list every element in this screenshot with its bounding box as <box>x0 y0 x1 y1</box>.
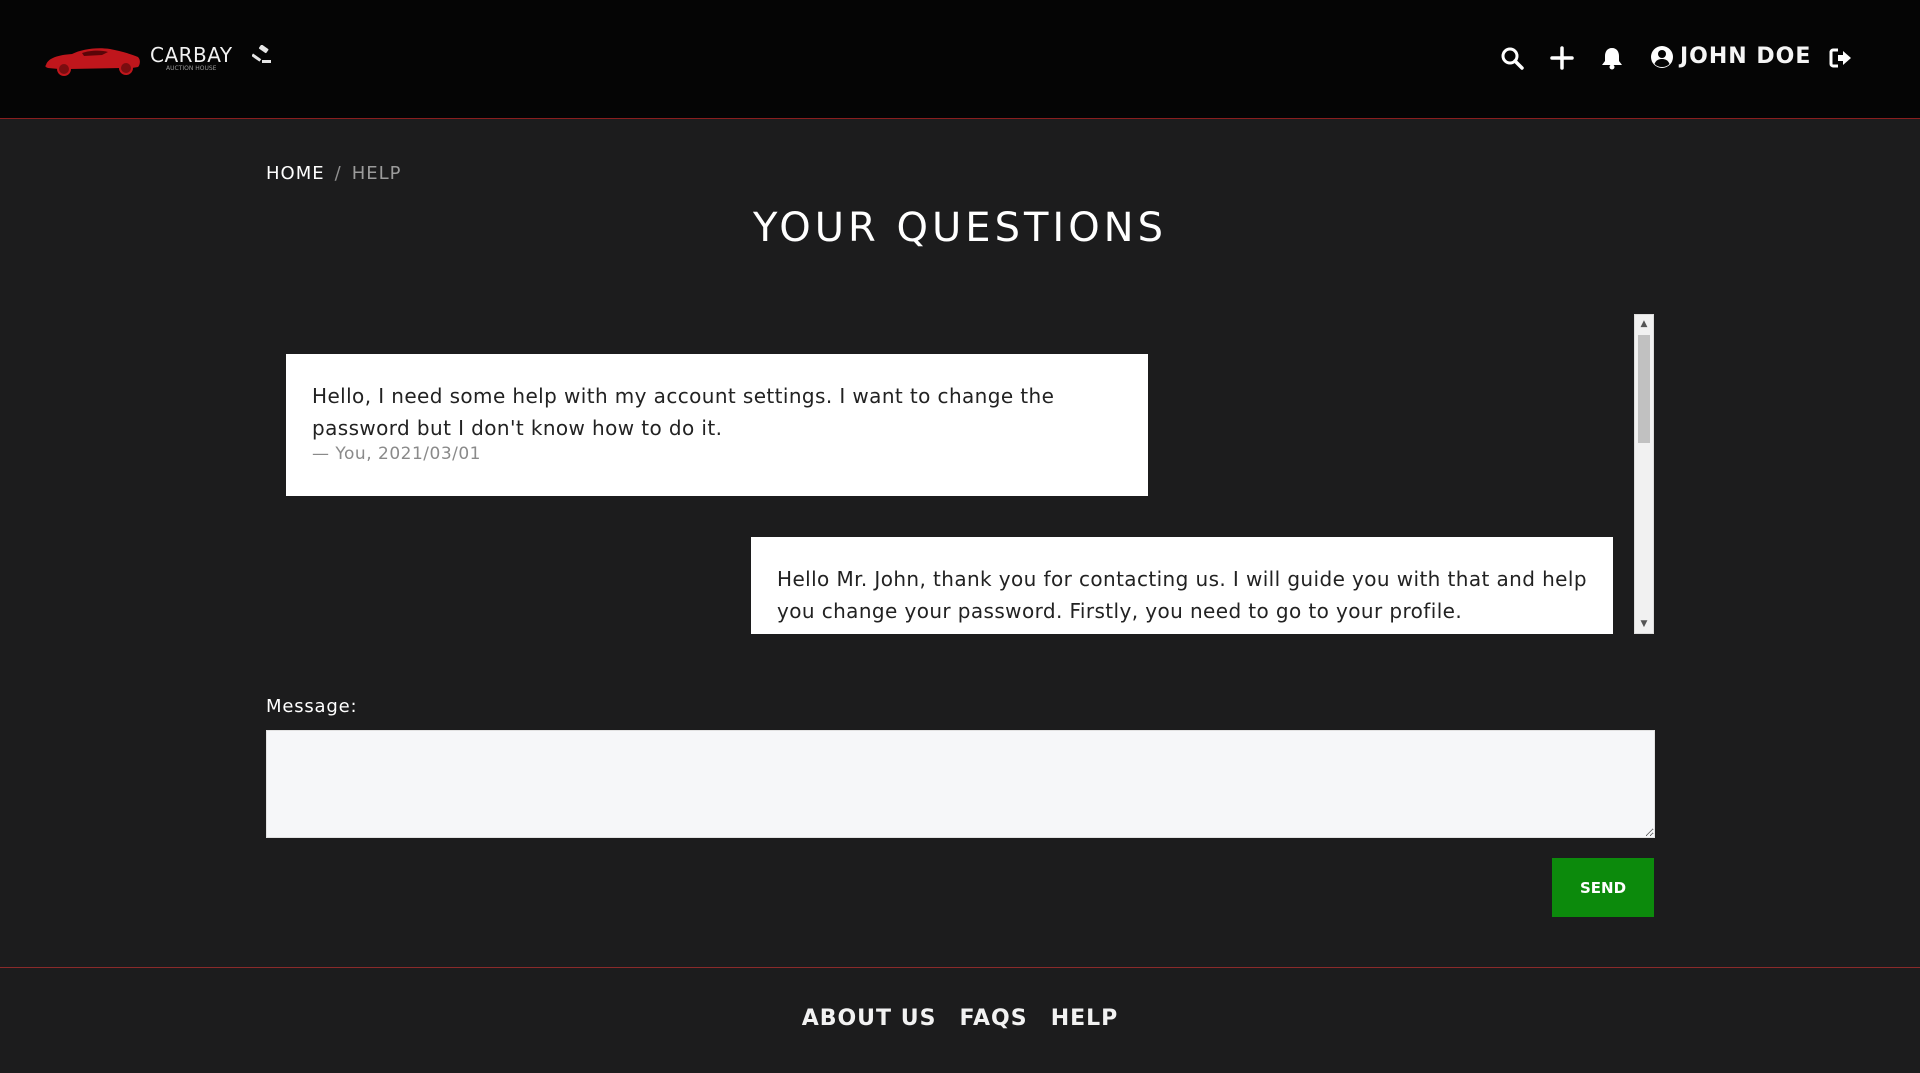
top-navbar: CARBAY AUCTION HOUSE JOHN DOE <box>0 0 1920 119</box>
message-bubble-support: Hello Mr. John, thank you for contacting… <box>751 537 1613 634</box>
message-input[interactable] <box>266 730 1655 838</box>
message-text: Hello Mr. John, thank you for contacting… <box>777 567 1587 623</box>
chat-scrollbar[interactable]: ▲ ▼ <box>1634 314 1654 634</box>
scroll-down-arrow-icon[interactable]: ▼ <box>1635 615 1653 633</box>
logo-name: CARBAY <box>150 43 233 67</box>
message-text: Hello, I need some help with my account … <box>312 384 1055 440</box>
footer-links: ABOUT US FAQS HELP <box>0 1006 1920 1031</box>
search-icon[interactable] <box>1500 46 1524 70</box>
message-bubble-user: Hello, I need some help with my account … <box>286 354 1148 496</box>
gavel-icon <box>252 45 271 63</box>
scroll-thumb[interactable] <box>1638 335 1650 443</box>
message-meta: — You, 2021/03/01 <box>312 444 481 464</box>
chat-thread[interactable]: Hello, I need some help with my account … <box>266 314 1655 634</box>
breadcrumb: HOME / HELP <box>266 163 401 184</box>
breadcrumb-separator: / <box>334 163 342 184</box>
logout-icon[interactable] <box>1829 46 1853 70</box>
user-name: JOHN DOE <box>1680 44 1812 69</box>
breadcrumb-current: HELP <box>351 163 402 184</box>
footer: ABOUT US FAQS HELP <box>0 967 1920 1073</box>
send-button[interactable]: SEND <box>1552 858 1654 917</box>
bell-icon[interactable] <box>1601 46 1623 70</box>
footer-link-faqs[interactable]: FAQS <box>960 1006 1028 1031</box>
car-logo-icon <box>45 48 140 76</box>
user-circle-icon <box>1651 45 1673 68</box>
logo-text: CARBAY AUCTION HOUSE <box>150 43 233 72</box>
message-label: Message: <box>266 696 358 717</box>
breadcrumb-home-link[interactable]: HOME <box>266 163 325 184</box>
page-title: YOUR QUESTIONS <box>753 205 1167 251</box>
user-menu[interactable]: JOHN DOE <box>1650 44 1811 69</box>
scroll-up-arrow-icon[interactable]: ▲ <box>1635 315 1653 333</box>
plus-icon[interactable] <box>1550 46 1574 70</box>
footer-link-help[interactable]: HELP <box>1051 1006 1119 1031</box>
footer-link-about-us[interactable]: ABOUT US <box>802 1006 937 1031</box>
carbay-logo[interactable]: CARBAY AUCTION HOUSE <box>42 40 271 80</box>
